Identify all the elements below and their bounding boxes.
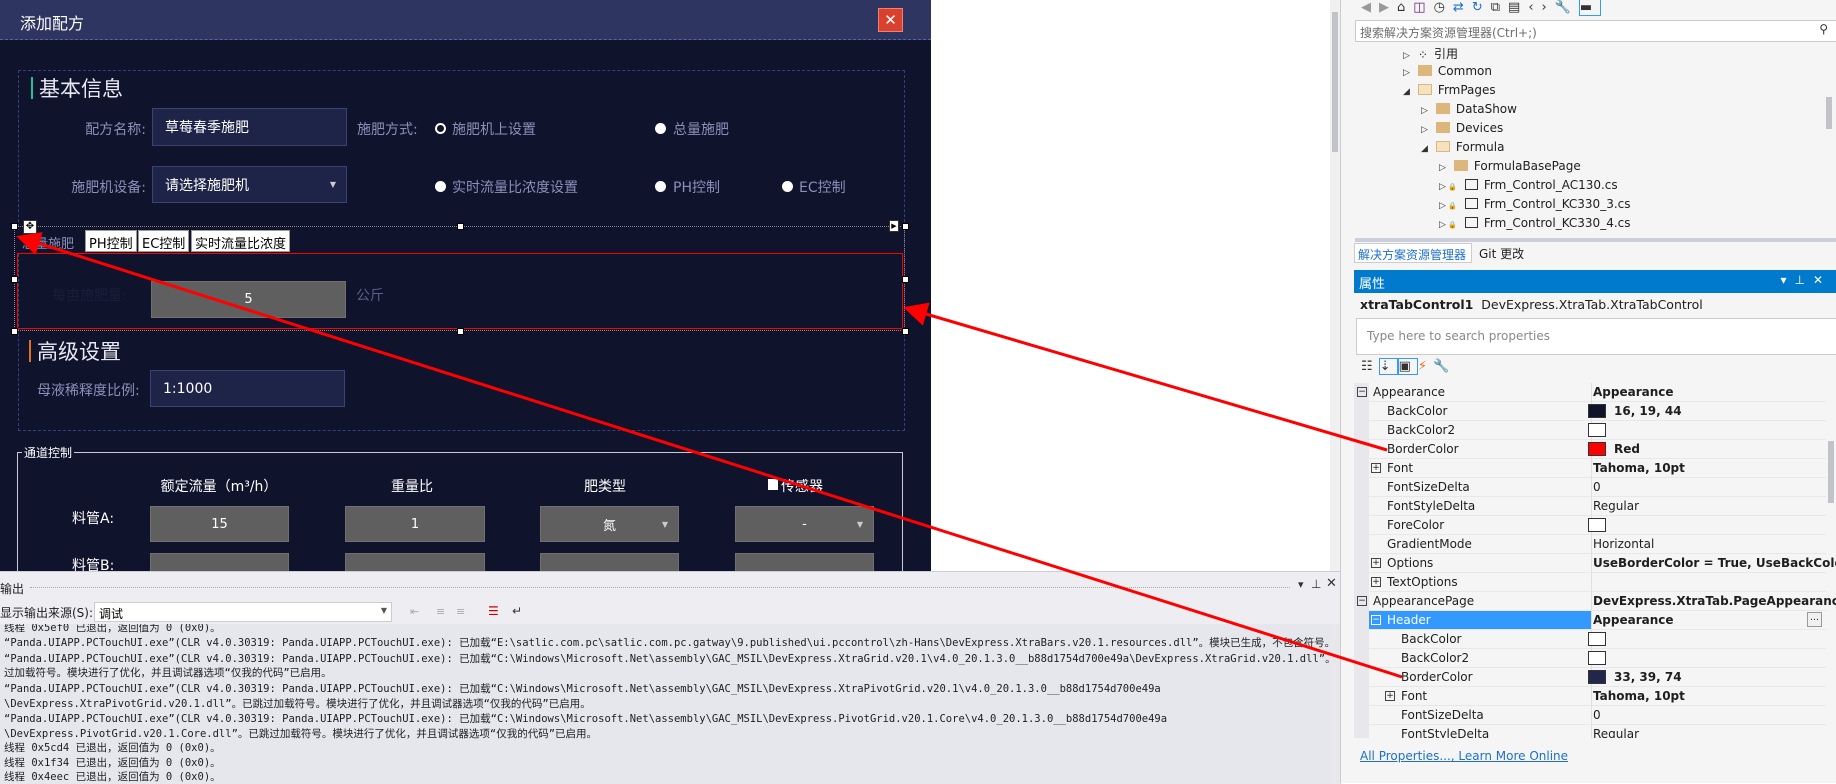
annotation-arrows bbox=[16, 232, 1403, 679]
arrow-bordercolor-to-tabpage bbox=[903, 302, 1388, 452]
arrow-header-bordercolor-to-tab bbox=[16, 232, 1403, 679]
